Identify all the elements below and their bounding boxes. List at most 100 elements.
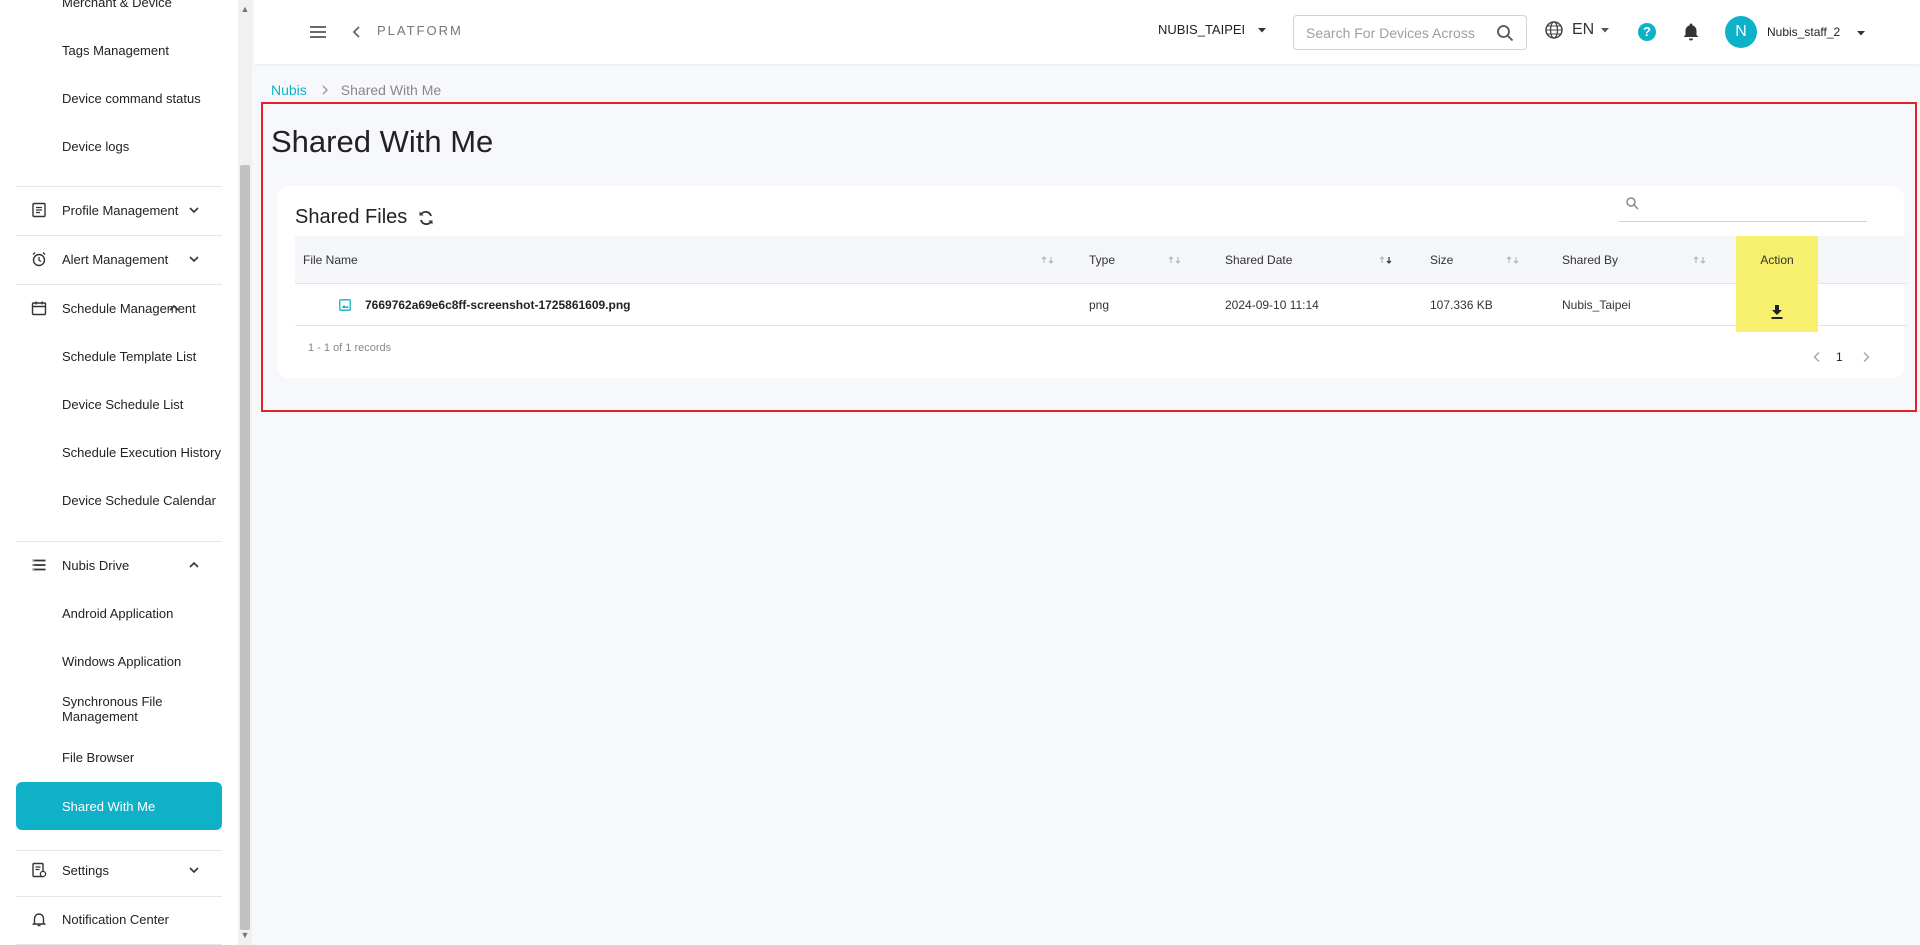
column-header-type[interactable]: Type [1081,236,1217,284]
sidebar: Merchant & Device Tags Management Device… [0,0,240,945]
sidebar-item-label: Windows Application [62,653,182,669]
sidebar-item-label: Profile Management [62,202,179,218]
refresh-icon[interactable] [417,209,435,227]
sort-descending-icon[interactable] [1379,255,1393,265]
settings-doc-icon [30,861,48,879]
scroll-down-arrow-icon[interactable]: ▼ [240,930,250,940]
device-search-input[interactable] [1306,23,1481,43]
column-label: File Name [303,253,358,267]
sidebar-scrollbar[interactable]: ▲ ▼ [238,0,252,945]
sidebar-item-android-application[interactable]: Android Application [16,593,222,633]
tenant-selector[interactable]: NUBIS_TAIPEI [1158,22,1267,37]
profile-icon [30,201,48,219]
prev-page-icon[interactable] [1812,351,1822,363]
download-icon[interactable] [1770,304,1784,320]
tenant-name: NUBIS_TAIPEI [1158,22,1246,37]
column-header-shared-date[interactable]: Shared Date [1217,236,1422,284]
sidebar-item-device-command-status[interactable]: Device command status [16,78,222,118]
column-header-shared-by[interactable]: Shared By [1554,236,1711,284]
chevron-up-icon [169,304,179,311]
sidebar-item-label: Device Schedule Calendar [62,492,216,508]
sort-icon[interactable] [1693,255,1707,265]
sidebar-item-device-schedule-list[interactable]: Device Schedule List [16,384,222,424]
sidebar-item-windows-application[interactable]: Windows Application [16,641,222,681]
sidebar-item-label: Notification Center [62,911,169,927]
sidebar-item-label: Merchant & Device [62,0,172,10]
cell-type: png [1089,298,1110,312]
help-icon[interactable]: ? [1638,23,1656,41]
card-title: Shared Files [295,206,435,229]
sidebar-divider [16,235,222,236]
cell-size: 107.336 KB [1430,298,1493,312]
sidebar-item-notification-center[interactable]: Notification Center [16,899,222,939]
hamburger-menu-icon[interactable] [308,22,328,42]
sidebar-item-label: Synchronous File Management [62,694,163,724]
column-header-action: Action [1736,236,1818,284]
cell-shared-by: Nubis_Taipei [1562,298,1631,312]
sidebar-item-synchronous-file-management[interactable]: Synchronous File Management [16,689,238,729]
username[interactable]: Nubis_staff_2 [1767,25,1840,39]
chevron-up-icon [189,561,199,568]
sidebar-item-merchant-device[interactable]: Merchant & Device [16,0,222,22]
table-row: 7669762a69e6c8ff-screenshot-1725861609.p… [295,284,1907,332]
scroll-up-arrow-icon[interactable]: ▲ [240,4,250,14]
file-search-input[interactable] [1647,192,1857,216]
records-count: 1 - 1 of 1 records [308,342,392,354]
column-label: Size [1430,253,1454,267]
calendar-icon [30,299,48,317]
sidebar-item-schedule-management[interactable]: Schedule Management [16,288,222,328]
sidebar-item-label: Device logs [62,138,130,154]
chevron-down-icon [189,867,199,874]
sidebar-item-label: Schedule Template List [62,348,197,364]
page-number[interactable]: 1 [1836,350,1843,364]
search-icon[interactable] [1496,24,1514,42]
file-name-text: 7669762a69e6c8ff-screenshot-1725861609.p… [365,298,631,312]
bell-icon[interactable] [1682,22,1700,42]
sidebar-item-schedule-template-list[interactable]: Schedule Template List [16,336,222,376]
sidebar-divider [16,284,222,285]
cell-file-name[interactable]: 7669762a69e6c8ff-screenshot-1725861609.p… [331,284,1081,326]
sidebar-item-label: Shared With Me [62,798,156,814]
sidebar-item-schedule-execution-history[interactable]: Schedule Execution History [16,432,222,472]
sort-icon[interactable] [1041,255,1055,265]
sidebar-item-label: Device Schedule List [62,396,184,412]
pagination: 1 [1812,350,1871,364]
sidebar-item-profile-management[interactable]: Profile Management [16,190,222,230]
sort-icon[interactable] [1506,255,1520,265]
caret-down-icon[interactable] [1856,28,1866,38]
sidebar-item-file-browser[interactable]: File Browser [16,737,222,777]
scrollbar-thumb[interactable] [240,165,250,930]
chevron-down-icon [189,207,199,214]
column-label: Shared Date [1225,253,1293,267]
sidebar-item-nubis-drive[interactable]: Nubis Drive [16,545,222,585]
breadcrumb-root-link[interactable]: Nubis [271,82,307,98]
chevron-left-icon[interactable] [350,24,364,40]
sidebar-item-device-logs[interactable]: Device logs [16,126,222,166]
column-header-file-name[interactable]: File Name [295,236,1097,284]
sidebar-item-label: Tags Management [62,42,169,58]
sidebar-item-tags-management[interactable]: Tags Management [16,30,222,70]
image-file-icon [339,299,351,311]
caret-down-icon [1601,28,1610,33]
next-page-icon[interactable] [1861,351,1871,363]
sidebar-item-settings[interactable]: Settings [16,850,222,890]
cell-shared-date: 2024-09-10 11:14 [1225,298,1319,312]
sidebar-item-label: Settings [62,862,109,878]
avatar[interactable]: N [1725,16,1757,48]
sidebar-item-label: Android Application [62,605,174,621]
shared-files-card: Shared Files File Name Type Shared Date … [277,186,1907,378]
language-selector[interactable]: EN [1544,20,1610,40]
alarm-clock-icon [30,250,48,268]
sort-icon[interactable] [1168,255,1182,265]
platform-label[interactable]: PLATFORM [377,23,463,38]
column-header-size[interactable]: Size [1422,236,1554,284]
chevron-down-icon [189,256,199,263]
sidebar-divider [16,186,222,187]
sidebar-item-device-schedule-calendar[interactable]: Device Schedule Calendar [16,480,222,520]
sidebar-item-shared-with-me[interactable]: Shared With Me [16,782,222,830]
caret-down-icon [1258,27,1267,32]
file-search-box [1619,186,1867,222]
card-title-text: Shared Files [295,206,408,228]
chevron-right-icon [322,85,328,95]
sidebar-item-alert-management[interactable]: Alert Management [16,239,222,279]
